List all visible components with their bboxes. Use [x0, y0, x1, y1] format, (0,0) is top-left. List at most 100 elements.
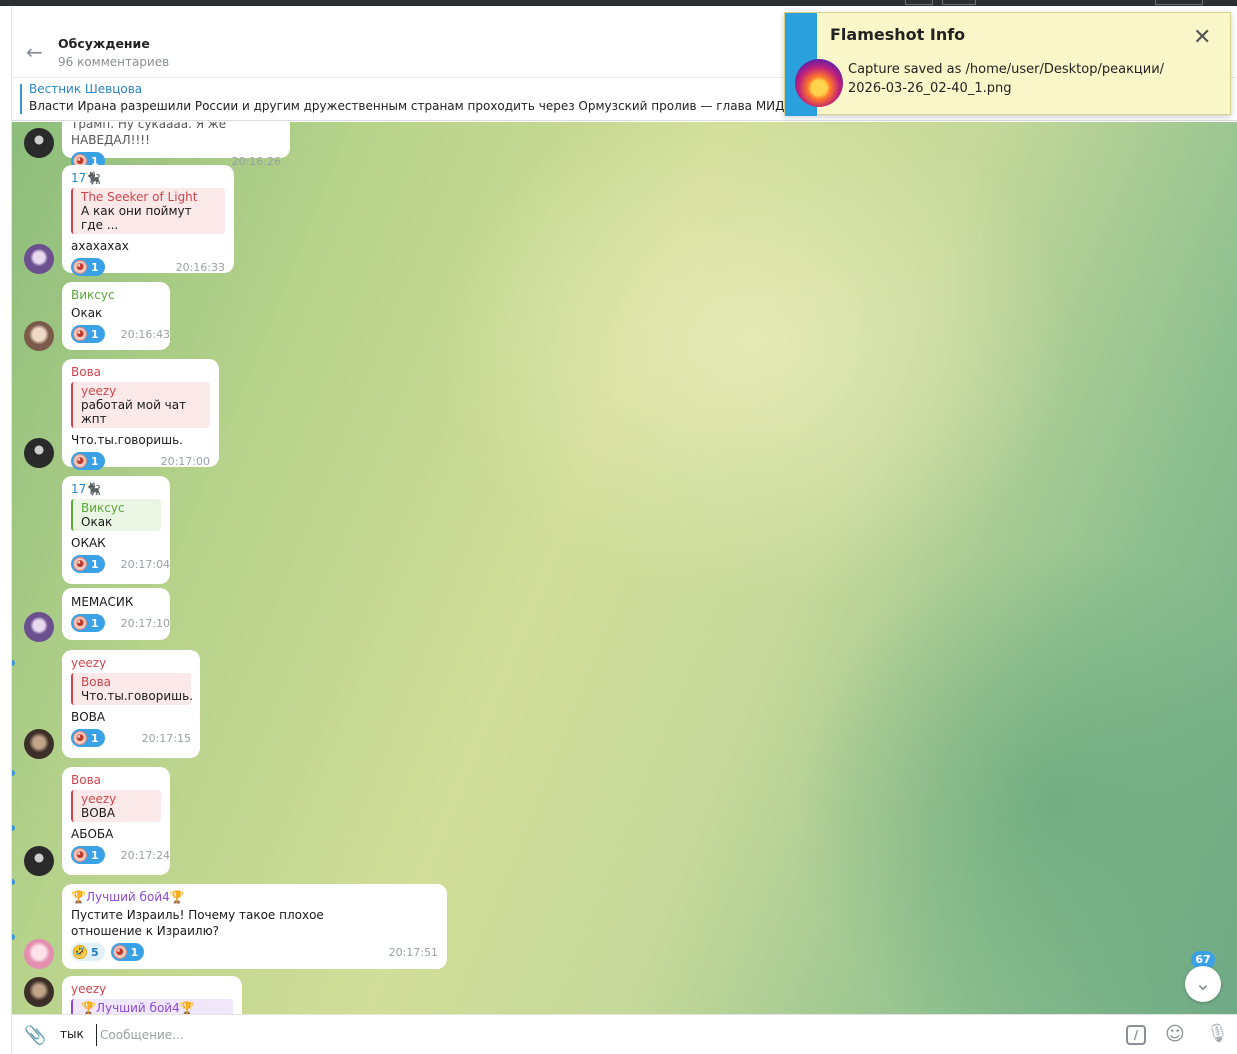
message-time: 20:17:04 — [120, 557, 171, 571]
reaction-count: 1 — [91, 731, 99, 745]
composer-label: тык — [60, 1027, 84, 1041]
message-bubble[interactable]: Вова yeezy ВОВА АБОБА ◕ 1 20:17:24 — [62, 767, 170, 875]
avatar[interactable] — [24, 244, 54, 274]
notification-line: Capture saved as /home/user/Desktop/реак… — [848, 62, 1165, 77]
sender-name[interactable]: Виксус — [71, 288, 161, 302]
microphone-icon[interactable]: 🎙 — [1206, 1023, 1229, 1044]
reply-quote[interactable]: Вова Что.ты.говоришь. — [71, 673, 193, 705]
flameshot-logo-icon — [795, 59, 843, 107]
message-bubble[interactable]: yeezy Вова Что.ты.говоришь. ВОВА ◕ 1 20:17… — [62, 650, 200, 758]
reaction-chip[interactable]: ◕ 1 — [71, 325, 105, 343]
emoji-icon[interactable]: ☺ — [1165, 1023, 1185, 1045]
reaction-count: 1 — [91, 557, 99, 571]
avatar[interactable] — [24, 846, 54, 876]
taskbar-item[interactable] — [942, 0, 976, 5]
unread-dot — [12, 770, 15, 776]
flameshot-notification[interactable]: Flameshot Info Capture saved as /home/us… — [784, 12, 1231, 116]
message-text: МЕМАСИК — [71, 595, 134, 609]
reply-author: 🏆Лучший бой4🏆 — [81, 1001, 195, 1014]
reaction-chip[interactable]: ◕ 1 — [110, 943, 145, 961]
pinned-bar — [20, 84, 22, 114]
reply-text: А как они поймут где ... — [81, 204, 192, 232]
sender-name[interactable]: Вова — [71, 365, 210, 379]
chat-list-edge — [0, 6, 12, 1054]
message-input[interactable] — [96, 1024, 996, 1046]
clown-emoji-icon: ◕ — [112, 945, 127, 959]
message-text: Пустите Израиль! Почему такое плохое отн… — [71, 908, 324, 938]
scroll-down-button[interactable]: ⌄ — [1185, 966, 1221, 1002]
message-text: Трамп. Ну сукаааа. Я же НАВЕДАЛ!!!! — [71, 122, 227, 147]
reaction-chip[interactable]: ◕ 1 — [71, 452, 105, 470]
paperclip-icon[interactable]: 📎 — [24, 1025, 46, 1046]
sender-name[interactable]: yeezy — [71, 982, 233, 996]
reaction-chip[interactable]: ◕ 1 — [71, 555, 105, 573]
reply-quote[interactable]: yeezy ВОВА — [71, 790, 161, 822]
close-icon[interactable]: ✕ — [1193, 25, 1211, 50]
message-time: 20:16:33 — [175, 260, 225, 274]
sender-name[interactable]: 🏆Лучший бой4🏆 — [71, 890, 438, 904]
reply-quote[interactable]: yeezy работай мой чат жпт — [71, 382, 210, 428]
message-bubble[interactable]: yeezy 🏆Лучший бой4🏆 — [62, 976, 242, 1014]
reaction-chip[interactable]: ◕ 1 — [71, 729, 105, 747]
message-composer: 📎 тык / ☺ 🎙 — [12, 1014, 1237, 1054]
reply-quote[interactable]: 🏆Лучший бой4🏆 — [71, 999, 233, 1014]
sender-name[interactable]: yeezy — [71, 656, 191, 670]
message-text: Что.ты.говоришь. — [71, 433, 183, 447]
reply-author: yeezy — [81, 792, 117, 806]
avatar[interactable] — [24, 321, 54, 351]
reaction-chip[interactable]: ◕ 1 — [71, 258, 105, 276]
message-bubble[interactable]: 17🐈‍⬛ The Seeker of Light А как они пойм… — [62, 165, 234, 276]
message-bubble[interactable]: МЕМАСИК ◕ 1 20:17:10 — [62, 588, 170, 640]
taskbar-item[interactable] — [905, 0, 933, 5]
clown-emoji-icon: ◕ — [73, 260, 87, 274]
avatar[interactable] — [24, 939, 54, 969]
sender-name[interactable]: Вова — [71, 773, 161, 787]
taskbar-item[interactable] — [1155, 0, 1203, 5]
page-title: Обсуждение — [58, 36, 150, 51]
reaction-chip[interactable]: ◕ 1 — [71, 846, 105, 864]
reply-author: Вова — [81, 675, 111, 689]
clown-emoji-icon: ◕ — [73, 848, 87, 862]
reply-text: ВОВА — [81, 806, 116, 820]
reaction-chip[interactable]: ◕ 1 — [71, 614, 105, 632]
avatar[interactable] — [24, 612, 54, 642]
avatar[interactable] — [24, 128, 54, 158]
reaction-chip[interactable]: 🤣 5 — [71, 943, 105, 961]
reaction-count: 1 — [91, 454, 99, 468]
reply-author: The Seeker of Light — [81, 190, 198, 204]
avatar[interactable] — [24, 977, 54, 1007]
message-bubble[interactable]: Трамп. Ну сукаааа. Я же НАВЕДАЛ!!!! ◕ 1 20… — [62, 122, 290, 170]
pinned-post-text: Власти Ирана разрешили России и другим д… — [29, 99, 848, 113]
unread-dot — [12, 934, 15, 940]
message-time: 20:17:15 — [141, 731, 191, 745]
reply-text: работай мой чат жпт — [81, 398, 187, 426]
message-text: ВОВА — [71, 710, 106, 724]
clown-emoji-icon: ◕ — [73, 454, 87, 468]
notification-body: Capture saved as /home/user/Desktop/реак… — [848, 60, 1164, 98]
sender-name[interactable]: 17🐈‍⬛ — [71, 171, 225, 185]
back-arrow-icon[interactable]: ← — [26, 42, 46, 62]
clown-emoji-icon: ◕ — [73, 327, 87, 341]
message-bubble[interactable]: 🏆Лучший бой4🏆 Пустите Израиль! Почему та… — [62, 884, 447, 969]
notification-line: 2026-03-26_02-40_1.png — [848, 81, 1012, 96]
message-bubble[interactable]: Вова yeezy работай мой чат жпт Что.ты.го… — [62, 359, 219, 470]
notification-title: Flameshot Info — [830, 25, 966, 44]
message-bubble[interactable]: 17🐈‍⬛ Виксус Окак ОКАК ◕ 1 20:17:04 — [62, 476, 170, 584]
reply-quote[interactable]: Виксус Окак — [71, 499, 161, 531]
reply-quote[interactable]: The Seeker of Light А как они поймут где… — [71, 188, 225, 234]
bot-command-icon[interactable]: / — [1126, 1025, 1146, 1045]
avatar[interactable] — [24, 729, 54, 759]
chat-area[interactable]: Трамп. Ну сукаааа. Я же НАВЕДАЛ!!!! ◕ 1 20… — [12, 122, 1237, 1014]
unread-dot — [12, 879, 15, 885]
reaction-count: 5 — [91, 945, 99, 959]
sender-name[interactable]: 17🐈‍⬛ — [71, 482, 161, 496]
reaction-count: 1 — [91, 616, 99, 630]
reply-author: Виксус — [81, 501, 125, 515]
message-time: 20:17:24 — [120, 848, 171, 862]
message-bubble[interactable]: Виксус Окак ◕ 1 20:16:43 — [62, 282, 170, 350]
avatar[interactable] — [24, 438, 54, 468]
message-time: 20:17:51 — [388, 945, 438, 959]
reaction-count: 1 — [91, 327, 99, 341]
reaction-count: 1 — [91, 848, 99, 862]
message-time: 20:17:00 — [160, 454, 210, 468]
